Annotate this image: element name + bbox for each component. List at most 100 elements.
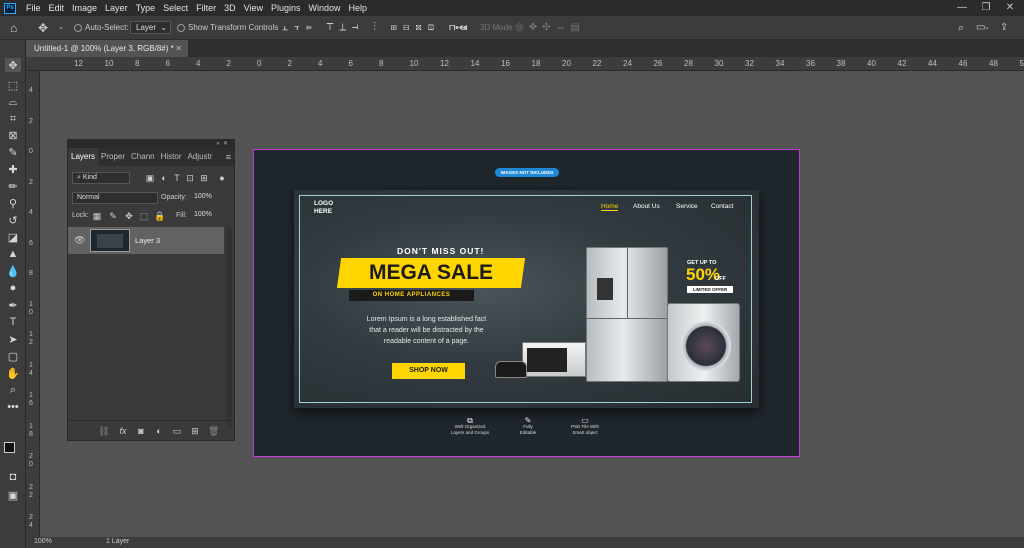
nav-home[interactable]: Home — [601, 203, 619, 211]
brush-tool-icon[interactable]: ✏ — [5, 179, 21, 193]
blend-mode-dropdown[interactable]: Normal — [72, 192, 158, 204]
search-icon[interactable]: ⌕ — [958, 16, 964, 40]
foreground-color-swatch[interactable] — [4, 442, 15, 453]
chevron-down-icon[interactable]: ⌄ — [58, 16, 64, 40]
rectangle-tool-icon[interactable]: ▢ — [5, 349, 21, 363]
nav-about-us[interactable]: About Us — [633, 203, 660, 210]
layer-name[interactable]: Layer 3 — [135, 236, 160, 245]
panel-collapse-bar[interactable]: » ✕ — [68, 140, 234, 148]
healing-brush-icon[interactable]: ✚ — [5, 162, 21, 176]
path-selection-icon[interactable]: ➤ — [5, 332, 21, 346]
edit-toolbar-icon[interactable]: ••• — [5, 400, 21, 414]
tab-channels[interactable]: Chann — [128, 148, 158, 166]
close-tab-icon[interactable]: ✕ — [175, 40, 182, 57]
more-options-icon[interactable]: ••• — [455, 16, 467, 40]
shop-now-button[interactable]: SHOP NOW — [392, 363, 465, 379]
dodge-tool-icon[interactable]: ● — [5, 281, 21, 295]
menu-filter[interactable]: Filter — [192, 3, 220, 13]
menu-file[interactable]: File — [22, 3, 45, 13]
opacity-field[interactable]: 100% — [190, 192, 216, 204]
filter-pixel-icon[interactable]: ▣ — [145, 173, 155, 183]
add-mask-icon[interactable]: ◙ — [136, 426, 146, 436]
menu-type[interactable]: Type — [132, 3, 160, 13]
layer-row[interactable]: 👁 Layer 3 — [68, 227, 224, 254]
menu-view[interactable]: View — [240, 3, 267, 13]
menu-plugins[interactable]: Plugins — [267, 3, 305, 13]
menu-window[interactable]: Window — [305, 3, 345, 13]
frame-tool-icon[interactable]: ⊠ — [5, 128, 21, 142]
document-tab[interactable]: Untitled-1 @ 100% (Layer 3, RGB/8#) * ✕ — [26, 40, 188, 57]
crop-tool-icon[interactable]: ⌗ — [5, 112, 21, 126]
lock-transparent-icon[interactable]: ▦ — [92, 211, 102, 221]
3d-mode-icons[interactable]: ◎✥✣⇔▤ — [515, 16, 585, 40]
auto-select-dropdown[interactable]: Layer ⌄ — [130, 16, 172, 40]
close-window-icon[interactable]: ✕ — [998, 0, 1022, 16]
eyedropper-tool-icon[interactable]: ✎ — [5, 145, 21, 159]
menu-select[interactable]: Select — [159, 3, 192, 13]
minimize-icon[interactable]: — — [950, 0, 974, 16]
collapse-icon[interactable]: » — [216, 141, 219, 147]
new-group-icon[interactable]: ▭ — [172, 426, 182, 436]
quick-mask-icon[interactable]: ◘ — [5, 470, 21, 484]
screen-mode-icon[interactable]: ▣ — [5, 488, 21, 502]
zoom-level[interactable]: 100% — [34, 538, 52, 545]
filter-toggle-icon[interactable]: ● — [217, 173, 227, 183]
visibility-eye-icon[interactable]: 👁 — [74, 235, 85, 245]
tab-adjustments[interactable]: Adjustr — [185, 148, 216, 166]
auto-select-checkbox[interactable]: Auto-Select: — [74, 16, 129, 40]
filter-adjustment-icon[interactable]: ◐ — [159, 173, 169, 183]
lock-position-icon[interactable]: ✥ — [124, 211, 134, 221]
eraser-tool-icon[interactable]: ◪ — [5, 230, 21, 244]
history-brush-icon[interactable]: ↺ — [5, 213, 21, 227]
adjustment-layer-icon[interactable]: ◐ — [154, 426, 164, 436]
lock-artboard-icon[interactable]: ⬚ — [139, 211, 149, 221]
menu-layer[interactable]: Layer — [101, 3, 132, 13]
lock-image-icon[interactable]: ✎ — [108, 211, 118, 221]
document-canvas[interactable]: IMAGES NOT INCLUDED LOGO HERE Home About… — [253, 149, 800, 457]
transform-controls-checkbox[interactable]: Show Transform Controls — [177, 16, 278, 40]
restore-icon[interactable]: ❐ — [974, 0, 998, 16]
ruler-h-tick: 2 — [287, 59, 292, 68]
align-buttons[interactable]: ⫠⫟⫢ ⊤⊥⊣ ⋮ ⊞⊟⊠⊡ ⊓⊔ — [282, 16, 474, 40]
menu-image[interactable]: Image — [68, 3, 101, 13]
document-info[interactable]: 1 Layer — [106, 538, 129, 545]
nav-service[interactable]: Service — [676, 203, 698, 210]
mega-sale-headline: MEGA SALE — [368, 261, 494, 284]
tab-history[interactable]: Histor — [158, 148, 185, 166]
gradient-tool-icon[interactable]: ▲ — [5, 247, 21, 261]
nav-contact[interactable]: Contact — [711, 203, 733, 210]
workspace-chevron-icon[interactable]: ⌄ — [984, 16, 990, 40]
menu-3d[interactable]: 3D — [220, 3, 240, 13]
filter-shape-icon[interactable]: ⊡ — [185, 173, 195, 183]
new-layer-icon[interactable]: ⊞ — [190, 426, 200, 436]
fx-icon[interactable]: fx — [118, 426, 128, 436]
link-layers-icon[interactable]: ⛓ — [98, 426, 109, 436]
menu-help[interactable]: Help — [345, 3, 372, 13]
clone-stamp-icon[interactable]: ⚲ — [5, 196, 21, 210]
fill-field[interactable]: 100% — [190, 210, 216, 222]
hand-tool-icon[interactable]: ✋ — [5, 366, 21, 380]
lock-all-icon[interactable]: 🔒 — [154, 211, 165, 221]
move-tool-icon[interactable]: ✥ — [5, 58, 21, 72]
marquee-tool-icon[interactable]: ⬚ — [5, 78, 21, 92]
delete-layer-icon[interactable]: 🗑 — [208, 426, 219, 436]
menu-edit[interactable]: Edit — [45, 3, 69, 13]
share-icon[interactable]: ⇪ — [1000, 16, 1008, 40]
tab-layers[interactable]: Layers — [68, 148, 99, 166]
zoom-tool-icon[interactable]: ⌕ — [5, 383, 21, 397]
filter-type-icon[interactable]: T — [172, 173, 182, 183]
tab-properties[interactable]: Proper — [98, 148, 128, 166]
blur-tool-icon[interactable]: 💧 — [5, 264, 21, 278]
filter-smart-object-icon[interactable]: ⊞ — [199, 173, 209, 183]
panel-menu-icon[interactable]: ≡ — [223, 148, 234, 166]
body-line-3: readable content of a page. — [383, 338, 470, 345]
type-tool-icon[interactable]: T — [5, 315, 21, 329]
home-icon[interactable]: ⌂ — [10, 16, 17, 40]
close-panel-icon[interactable]: ✕ — [223, 141, 228, 147]
ruler-h-tick: 2 — [226, 59, 231, 68]
filter-kind-dropdown[interactable]: ⌕ Kind — [72, 172, 130, 184]
move-tool-preset-icon[interactable]: ✥ — [38, 16, 48, 40]
lasso-tool-icon[interactable]: ⌓ — [5, 95, 21, 109]
pen-tool-icon[interactable]: ✒ — [5, 298, 21, 312]
layers-scrollbar[interactable] — [226, 227, 232, 427]
